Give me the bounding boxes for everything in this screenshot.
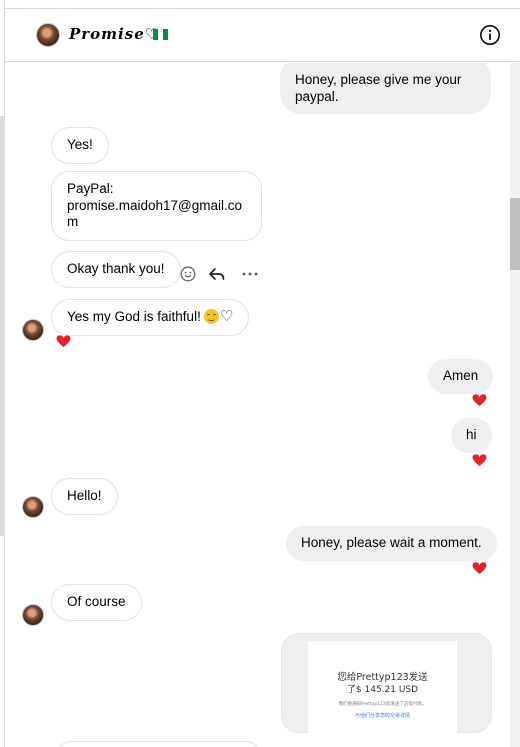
message-text: Yes! (67, 137, 93, 152)
outgoing-message[interactable]: Honey, please give me your paypal. (280, 63, 491, 114)
contact-name[interactable]: Promise♡ (69, 25, 159, 43)
message-text: Yes my God is faithful! (67, 309, 201, 324)
receipt-line-3: 我们会通知Prettyp123您发送了这笔付款。 (338, 702, 427, 707)
message-text: Honey, please wait a moment. (301, 535, 482, 550)
red-heart-icon[interactable] (471, 393, 488, 408)
reply-arrow-icon[interactable] (207, 264, 227, 284)
messenger-window: Promise♡ Honey, please give me your payp… (0, 0, 520, 747)
contact-name-text: Promise (69, 25, 145, 43)
message-text: PayPal: promise.maidoh17@gmail.co m (67, 181, 243, 229)
image-attachment[interactable]: 您给Prettyp123发送 了$ 145.21 USD 我们会通知Pretty… (281, 633, 492, 734)
sender-avatar[interactable] (22, 604, 44, 626)
message-text: Of course (67, 594, 126, 609)
incoming-message[interactable]: Of course (51, 584, 142, 621)
payment-receipt-image: 您给Prettyp123发送 了$ 145.21 USD 我们会通知Pretty… (308, 641, 457, 734)
smiley-icon[interactable] (178, 264, 198, 284)
outgoing-message[interactable]: Honey, please wait a moment. (286, 526, 497, 561)
message-text: hi (466, 427, 477, 442)
message-actions (178, 264, 258, 284)
left-panel-shade (0, 116, 4, 536)
scrollbar-thumb[interactable] (510, 198, 520, 270)
white-heart-emoji-icon: ♡ (219, 308, 234, 325)
contact-avatar[interactable] (36, 23, 60, 47)
outgoing-message[interactable]: hi (451, 418, 492, 453)
red-heart-icon[interactable] (471, 453, 488, 468)
sender-avatar[interactable] (22, 319, 44, 341)
incoming-message[interactable]: Hello! (51, 478, 118, 515)
incoming-message[interactable]: PayPal: promise.maidoh17@gmail.co m (51, 171, 262, 241)
outgoing-message[interactable]: Amen (428, 359, 494, 394)
incoming-message[interactable]: Okay thank you! (51, 251, 181, 288)
message-thread[interactable]: Honey, please give me your paypal. Yes! … (5, 63, 510, 747)
conversation-header: Promise♡ (5, 9, 520, 62)
incoming-message[interactable]: Yes! (51, 127, 109, 164)
message-text: Okay thank you! (67, 261, 165, 276)
message-text: Amen (443, 368, 479, 383)
red-heart-icon[interactable] (471, 561, 488, 576)
more-dots-icon[interactable] (240, 264, 260, 284)
scrollbar-track[interactable] (510, 63, 520, 747)
red-heart-icon[interactable] (55, 334, 72, 349)
info-icon[interactable] (479, 24, 501, 46)
sender-avatar[interactable] (22, 496, 44, 518)
receipt-line-2: 了$ 145.21 USD (346, 685, 419, 695)
incoming-message-partial[interactable] (56, 741, 261, 747)
receipt-line-1: 您给Prettyp123发送 (337, 672, 428, 683)
message-text: Honey, please give me your paypal. (295, 72, 466, 104)
message-text: Hello! (67, 488, 102, 503)
incoming-message[interactable]: Yes my God is faithful! ♡ (51, 299, 250, 336)
smiling-face-emoji-icon (203, 309, 219, 324)
receipt-link: 与他们分享您的交易详情 (354, 713, 410, 719)
nigeria-flag-icon (153, 29, 168, 40)
